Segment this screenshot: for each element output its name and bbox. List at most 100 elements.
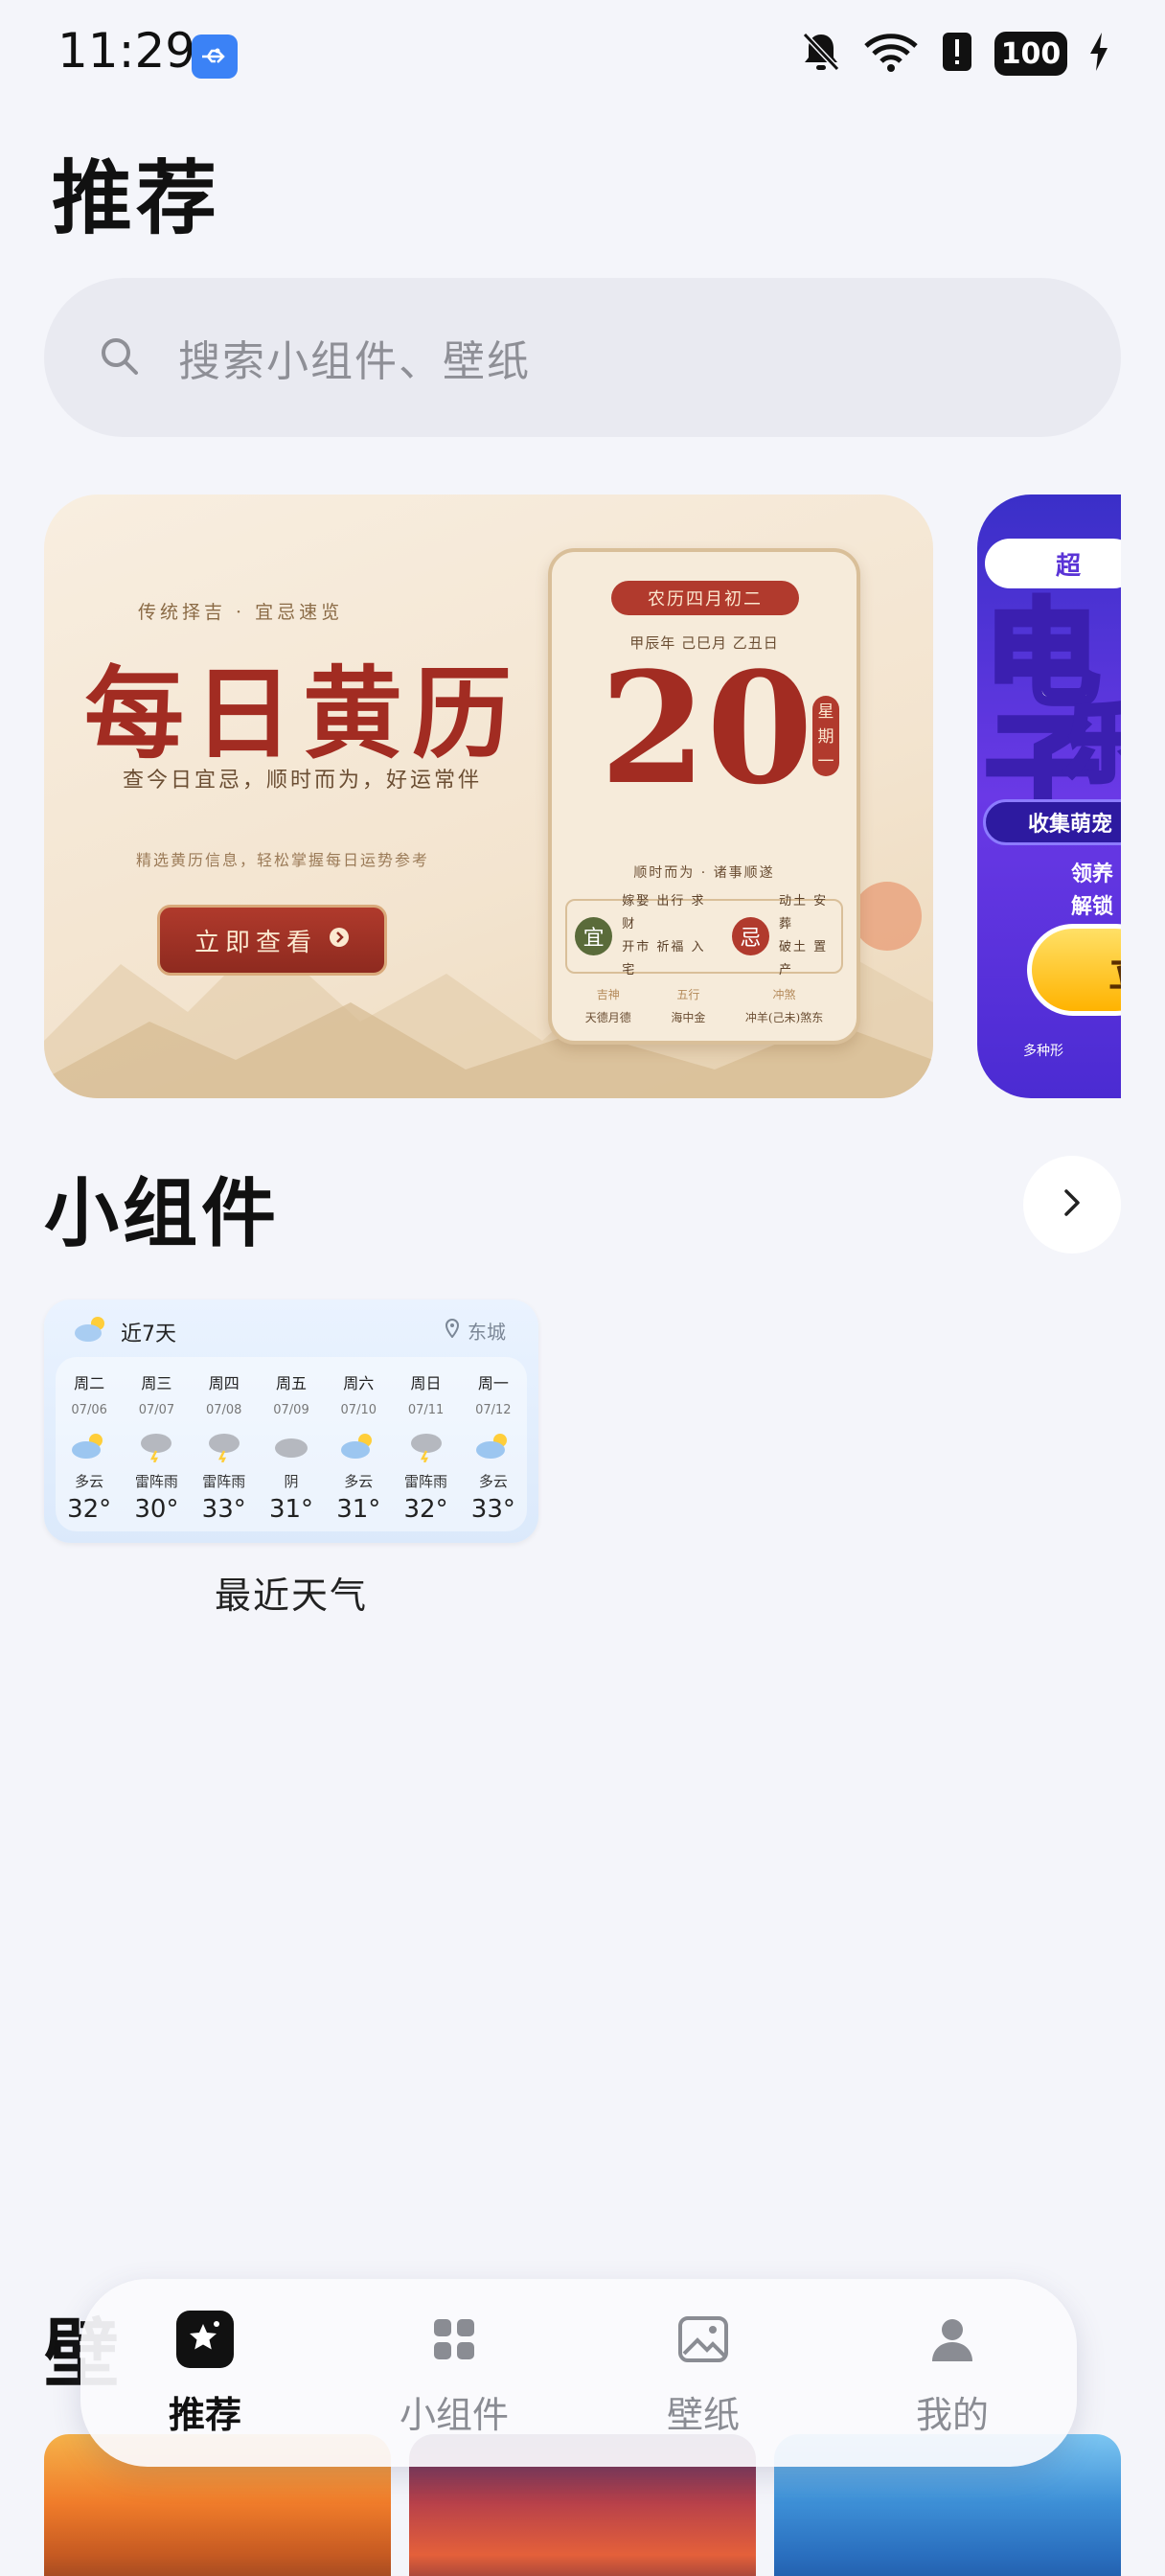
foot-key: 五行 [676, 988, 700, 1001]
tab-mine[interactable]: 我的 [857, 2309, 1048, 2438]
lunar-date: 农历四月初二 [611, 581, 799, 615]
day-date: 07/12 [475, 1403, 512, 1417]
page-title: 推荐 [52, 151, 221, 245]
forecast-list: 周二 07/06 多云 32° 周三 07/07 雷阵雨 30° 周四 07/0… [56, 1357, 527, 1531]
day-date: 07/06 [71, 1403, 107, 1417]
day-temp: 31° [336, 1495, 381, 1524]
star-icon [174, 2309, 236, 2370]
day-condition: 多云 [478, 1473, 508, 1490]
charging-icon [1088, 31, 1109, 77]
calendar-day: 20 [600, 638, 813, 818]
thunderstorm-icon [126, 1427, 186, 1465]
alert-icon [941, 31, 973, 77]
banner2-pill: 超 [985, 539, 1121, 588]
weather-location: 东城 [445, 1317, 506, 1345]
day-name: 周日 [410, 1374, 442, 1392]
banner2-button[interactable]: 立 [1027, 924, 1121, 1016]
image-icon [673, 2309, 734, 2370]
day-condition: 雷阵雨 [134, 1473, 178, 1490]
banner2-title-2: 乐 [1062, 694, 1122, 794]
day-date: 07/11 [407, 1403, 445, 1417]
chevron-right-icon [1058, 1185, 1086, 1224]
usb-icon [192, 34, 238, 79]
day-temp: 33° [201, 1495, 246, 1524]
weather-widget[interactable]: 近7天 东城 周二 07/06 多云 32° 周三 07/07 雷阵雨 30° … [44, 1300, 538, 1543]
weather-widget-label: 最近天气 [214, 1575, 368, 1617]
day-temp: 32° [67, 1495, 112, 1524]
search-bar[interactable]: 搜索小组件、壁纸 [44, 278, 1121, 437]
forecast-day: 周五 07/09 阴 31° [262, 1370, 321, 1531]
forecast-day: 周六 07/10 多云 31° [329, 1370, 388, 1531]
tab-label: 小组件 [399, 2393, 509, 2436]
calendar-weekday: 星期一 [812, 696, 839, 776]
calendar-foot-item: 五行 海中金 [671, 983, 705, 1029]
wifi-icon [862, 31, 920, 77]
day-condition: 多云 [75, 1473, 104, 1490]
day-name: 周一 [477, 1374, 509, 1392]
tab-recommend[interactable]: 推荐 [109, 2309, 301, 2438]
day-condition: 雷阵雨 [202, 1473, 246, 1490]
widgets-more-button[interactable] [1023, 1156, 1121, 1254]
weather-widget-header: 近7天 [73, 1315, 176, 1349]
grid-icon [423, 2309, 485, 2370]
tab-wallpapers[interactable]: 壁纸 [607, 2309, 799, 2438]
banner-eyebrow: 传统择吉 · 宜忌速览 [138, 602, 344, 623]
location-pin-icon [445, 1318, 460, 1343]
day-name: 周五 [275, 1374, 307, 1392]
search-icon [98, 334, 140, 380]
weather-location-label: 东城 [468, 1321, 506, 1344]
status-bar: 11:29 100 [0, 0, 1165, 113]
partly-cloudy-icon [464, 1427, 523, 1465]
banner2-tag: 收集萌宠 [983, 799, 1121, 845]
search-placeholder: 搜索小组件、壁纸 [178, 337, 531, 386]
ji-text-2: 破土 置产 [779, 940, 829, 978]
banner2-desc-line: 领养 [1071, 862, 1114, 886]
day-temp: 32° [403, 1495, 448, 1524]
foot-value: 海中金 [671, 1011, 706, 1024]
foot-value: 天德月德 [584, 1011, 631, 1024]
day-name: 周三 [141, 1374, 172, 1392]
weather-widget-title: 近7天 [121, 1322, 176, 1346]
thunderstorm-icon [397, 1427, 456, 1465]
overcast-icon [262, 1427, 321, 1465]
yi-ji-box: 宜 嫁娶 出行 求财 开市 祈福 入宅 忌 动土 安葬 破土 置产 [565, 894, 843, 978]
banner-pet-game[interactable]: 超 电子 乐 收集萌宠 领养 解锁 立 多种形 [977, 494, 1121, 1098]
widgets-section-title: 小组件 [44, 1171, 281, 1257]
ji-seal: 忌 [731, 917, 770, 955]
day-condition: 雷阵雨 [404, 1473, 448, 1490]
day-date: 07/08 [205, 1403, 242, 1417]
calendar-motto: 顺时而为 · 诸事顺遂 [633, 865, 775, 881]
foot-key: 吉神 [596, 988, 620, 1001]
view-now-button[interactable]: 立即查看 [157, 905, 387, 976]
chevron-right-icon [329, 926, 350, 954]
day-name: 周四 [208, 1374, 240, 1392]
forecast-day: 周一 07/12 多云 33° [464, 1370, 523, 1531]
foot-key: 冲煞 [772, 988, 796, 1001]
thunderstorm-icon [194, 1427, 254, 1465]
banner-title: 每日黄历 [84, 655, 522, 772]
bottom-tab-bar: 推荐 小组件 壁纸 我的 [80, 2279, 1077, 2467]
yi-text-2: 开市 祈福 入宅 [622, 940, 706, 978]
banner-almanac[interactable]: 传统择吉 · 宜忌速览 每日黄历 查今日宜忌，顺时而为，好运常伴 精选黄历信息，… [44, 494, 933, 1098]
view-now-label: 立即查看 [194, 928, 317, 957]
day-condition: 多云 [344, 1473, 374, 1490]
yi-seal: 宜 [575, 917, 613, 955]
calendar-footer: 吉神 天德月德 五行 海中金 冲煞 冲羊(己未)煞东 [565, 983, 843, 1029]
tab-widgets[interactable]: 小组件 [358, 2309, 550, 2438]
tab-label: 我的 [915, 2393, 989, 2436]
day-temp: 30° [134, 1495, 179, 1524]
day-temp: 33° [470, 1495, 515, 1524]
day-date: 07/10 [340, 1403, 377, 1417]
foot-value: 冲羊(己未)煞东 [744, 1011, 824, 1024]
person-icon [922, 2309, 983, 2370]
yi-text-1: 嫁娶 出行 求财 [622, 894, 706, 932]
status-time: 11:29 [57, 23, 196, 79]
day-condition: 阴 [284, 1473, 299, 1490]
banner-subtitle: 查今日宜忌，顺时而为，好运常伴 [123, 769, 483, 793]
calendar-card: 农历四月初二 甲辰年 己巳月 乙丑日 20 星期一 顺时而为 · 诸事顺遂 宜 … [548, 548, 860, 1045]
banner2-footer: 多种形 [1023, 1044, 1063, 1059]
forecast-day: 周二 07/06 多云 32° [59, 1370, 119, 1531]
banner-description: 精选黄历信息，轻松掌握每日运势参考 [136, 851, 430, 869]
partly-cloudy-icon [329, 1427, 388, 1465]
calendar-foot-item: 冲煞 冲羊(己未)煞东 [745, 983, 823, 1029]
